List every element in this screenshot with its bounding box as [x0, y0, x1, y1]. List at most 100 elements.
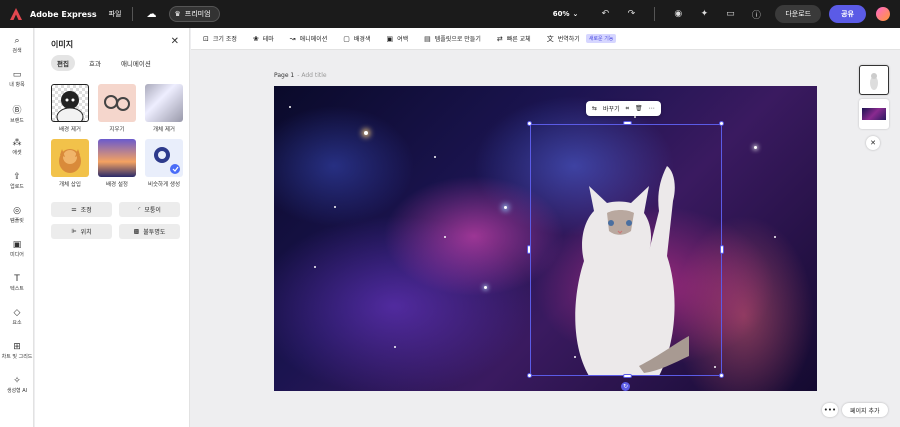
tile-set-background[interactable]: 배경 설정 [98, 139, 136, 188]
background-color-button[interactable]: ▢ 배경색 [343, 34, 370, 44]
add-page-button[interactable]: 페이지 추가 [842, 403, 888, 417]
info-icon[interactable]: ⓘ [746, 4, 766, 24]
tab-edit[interactable]: 편집 [51, 55, 75, 71]
set-background-thumbnail [98, 139, 136, 177]
opacity-icon: ▩ [133, 228, 140, 235]
page-thumbnail-cat[interactable] [859, 65, 889, 95]
resize-handle-bottom[interactable] [623, 374, 632, 378]
file-menu[interactable]: 파일 [109, 9, 122, 19]
resize-handle-bottom-right[interactable] [719, 373, 724, 378]
selection-box[interactable] [530, 124, 722, 376]
page-title[interactable]: Page 1- Add title [274, 72, 327, 79]
rail-item-brand[interactable]: Ⓑ 브랜드 [0, 96, 34, 130]
make-template-button[interactable]: ▤ 템플릿으로 만들기 [424, 34, 481, 44]
animation-button[interactable]: ↝ 애니메이션 [289, 34, 327, 44]
top-bar: Adobe Express 파일 ☁ ♛ 프리미엄 60% ⌄ ↶ ↷ ◉ ✦ … [0, 0, 900, 28]
ctx-label: 크기 조정 [212, 36, 237, 43]
close-icon[interactable]: ✕ [171, 36, 179, 47]
zoom-select[interactable]: 60% ⌄ [553, 10, 579, 18]
ctx-label: 번역하기 [557, 36, 580, 43]
rail-item-elements[interactable]: ◇ 요소 [0, 300, 34, 334]
rail-item-my-items[interactable]: ▭ 내 항목 [0, 62, 34, 96]
rail-item-text[interactable]: T 텍스트 [0, 266, 34, 300]
image-tool-buttons: ⚌ 조정 ◜ 모퉁이 ⊫ 위치 ▩ 불투명도 [51, 202, 180, 239]
theme-button[interactable]: ❀ 테마 [252, 34, 274, 44]
replace-button[interactable]: 바꾸기 [603, 104, 620, 113]
context-toolbar: ⊡ 크기 조정 ❀ 테마 ↝ 애니메이션 ▢ 배경색 ▣ 여백 ▤ 템플릿으로 … [191, 28, 900, 50]
tile-erase[interactable]: 지우기 [98, 84, 136, 133]
divider [131, 7, 133, 21]
more-icon[interactable]: ⋯ [649, 105, 655, 112]
tile-insert-object[interactable]: 개체 삽입 [51, 139, 89, 188]
rail-label: 브랜드 [10, 117, 24, 124]
resize-handle-top-left[interactable] [527, 121, 532, 126]
rail-item-media[interactable]: ▣ 미디어 [0, 232, 34, 266]
undo-icon[interactable]: ↶ [595, 4, 615, 24]
translate-icon: 文 [546, 34, 554, 43]
rail-label: 미디어 [10, 252, 24, 258]
top-right-controls: 60% ⌄ ↶ ↷ ◉ ✦ ▭ ⓘ 다운로드 공유 [553, 0, 890, 28]
adobe-logo-icon[interactable] [8, 6, 24, 22]
opacity-button[interactable]: ▩ 불투명도 [119, 224, 180, 239]
resize-handle-bottom-left[interactable] [527, 373, 532, 378]
tile-remove-background[interactable]: 배경 제거 [51, 84, 89, 133]
collaborate-icon[interactable]: ◉ [668, 4, 688, 24]
image-panel: 이미지 ✕ 편집 효과 애니메이션 배경 제거 지우기 개체 제거 개체 삽입 [35, 28, 190, 427]
resize-handle-top-right[interactable] [719, 121, 724, 126]
rail-item-templates[interactable]: ◎ 템플릿 [0, 198, 34, 232]
download-button[interactable]: 다운로드 [775, 5, 822, 23]
page-add-title[interactable]: - Add title [297, 72, 326, 79]
crown-icon: ♛ [174, 10, 181, 18]
position-button[interactable]: ⊫ 위치 [51, 224, 112, 239]
replace-icon[interactable]: ⇆ [592, 105, 597, 112]
redo-icon[interactable]: ↷ [621, 4, 641, 24]
more-options-button[interactable]: ••• [822, 403, 838, 417]
resize-button[interactable]: ⊡ 크기 조정 [203, 34, 237, 44]
lightbulb-icon[interactable]: ✦ [694, 4, 714, 24]
tile-generate-similar[interactable]: 비슷하게 생성 [145, 139, 183, 188]
rail-item-upload[interactable]: ⇪ 업로드 [0, 164, 34, 198]
rail-item-charts-grids[interactable]: ⊞ 차트 및 그리드 [0, 334, 34, 368]
page-thumbnail-galaxy[interactable] [859, 99, 889, 129]
tool-label: 불투명도 [143, 229, 166, 236]
share-button[interactable]: 공유 [829, 5, 866, 23]
resize-handle-top[interactable] [623, 121, 632, 125]
margin-button[interactable]: ▣ 여백 [386, 34, 408, 44]
brand-icon: Ⓑ [12, 105, 22, 116]
tile-label: 비슷하게 생성 [147, 182, 181, 188]
trash-icon[interactable]: 🗑 [635, 105, 643, 112]
grid-icon: ⊞ [13, 342, 21, 352]
tab-animation[interactable]: 애니메이션 [115, 55, 157, 71]
rail-label: 요소 [12, 320, 22, 326]
rail-item-search[interactable]: ⌕ 검색 [0, 28, 34, 62]
erase-thumbnail [98, 84, 136, 122]
new-feature-badge: 새로운 기능 [585, 34, 617, 43]
comment-icon[interactable]: ▭ [720, 4, 740, 24]
cloud-icon[interactable]: ☁ [147, 9, 157, 20]
tile-remove-object[interactable]: 개체 제거 [145, 84, 183, 133]
rail-label: 내 항목 [9, 82, 25, 88]
theme-icon: ❀ [252, 34, 259, 43]
crop-icon[interactable]: ⌗ [626, 105, 629, 113]
search-icon: ⌕ [14, 36, 20, 46]
tile-label: 개체 제거 [153, 127, 175, 133]
tab-effects[interactable]: 효과 [83, 55, 107, 71]
adjust-button[interactable]: ⚌ 조정 [51, 202, 112, 217]
resize-handle-right[interactable] [720, 245, 724, 254]
quick-swap-button[interactable]: ⇄ 빠른 교체 [497, 34, 531, 44]
animation-icon: ↝ [289, 34, 296, 43]
remove-background-thumbnail [51, 84, 89, 122]
rotate-icon[interactable]: ↻ [621, 382, 630, 391]
resize-handle-left[interactable] [527, 245, 531, 254]
app-title: Adobe Express [30, 9, 97, 19]
quick-actions-grid: 배경 제거 지우기 개체 제거 개체 삽입 배경 설정 비슷하게 생성 [51, 84, 183, 188]
close-icon[interactable]: ✕ [866, 136, 880, 150]
premium-button[interactable]: ♛ 프리미엄 [168, 6, 220, 22]
rail-item-gen-ai[interactable]: ✧ 생성형 AI [0, 368, 34, 402]
avatar[interactable] [876, 7, 890, 21]
translate-button[interactable]: 文 번역하기 새로운 기능 [547, 34, 617, 44]
tile-label: 지우기 [109, 127, 125, 133]
rail-item-assets[interactable]: ⁂ 애셋 [0, 130, 34, 164]
corner-button[interactable]: ◜ 모퉁이 [119, 202, 180, 217]
zoom-value: 60% [552, 10, 570, 18]
